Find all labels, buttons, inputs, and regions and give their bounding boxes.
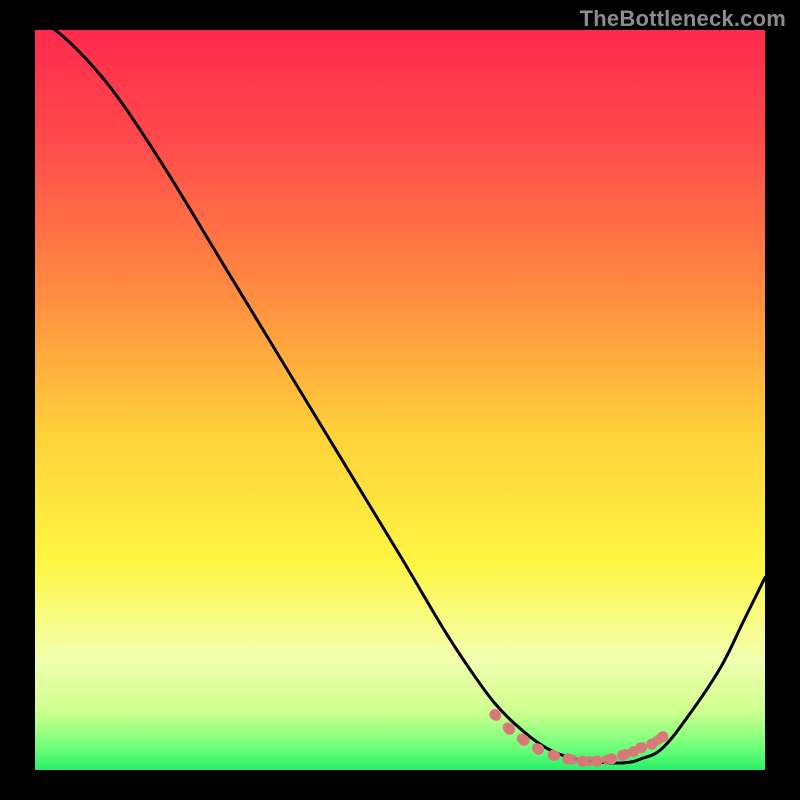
highlight-dot <box>533 744 544 755</box>
chart-frame: TheBottleneck.com <box>0 0 800 800</box>
watermark-text: TheBottleneck.com <box>580 6 786 32</box>
highlight-dot <box>592 756 603 767</box>
highlight-dot <box>577 756 588 767</box>
chart-svg <box>35 30 765 770</box>
gradient-background <box>35 30 765 770</box>
highlight-dot <box>635 742 646 753</box>
highlight-dot <box>657 731 668 742</box>
highlight-dot <box>504 724 515 735</box>
highlight-dot <box>606 753 617 764</box>
plot-area <box>35 30 765 770</box>
highlight-dot <box>548 750 559 761</box>
highlight-dot <box>646 739 657 750</box>
highlight-dot <box>617 750 628 761</box>
highlight-dot <box>519 735 530 746</box>
highlight-dot <box>489 709 500 720</box>
highlight-dot <box>562 753 573 764</box>
